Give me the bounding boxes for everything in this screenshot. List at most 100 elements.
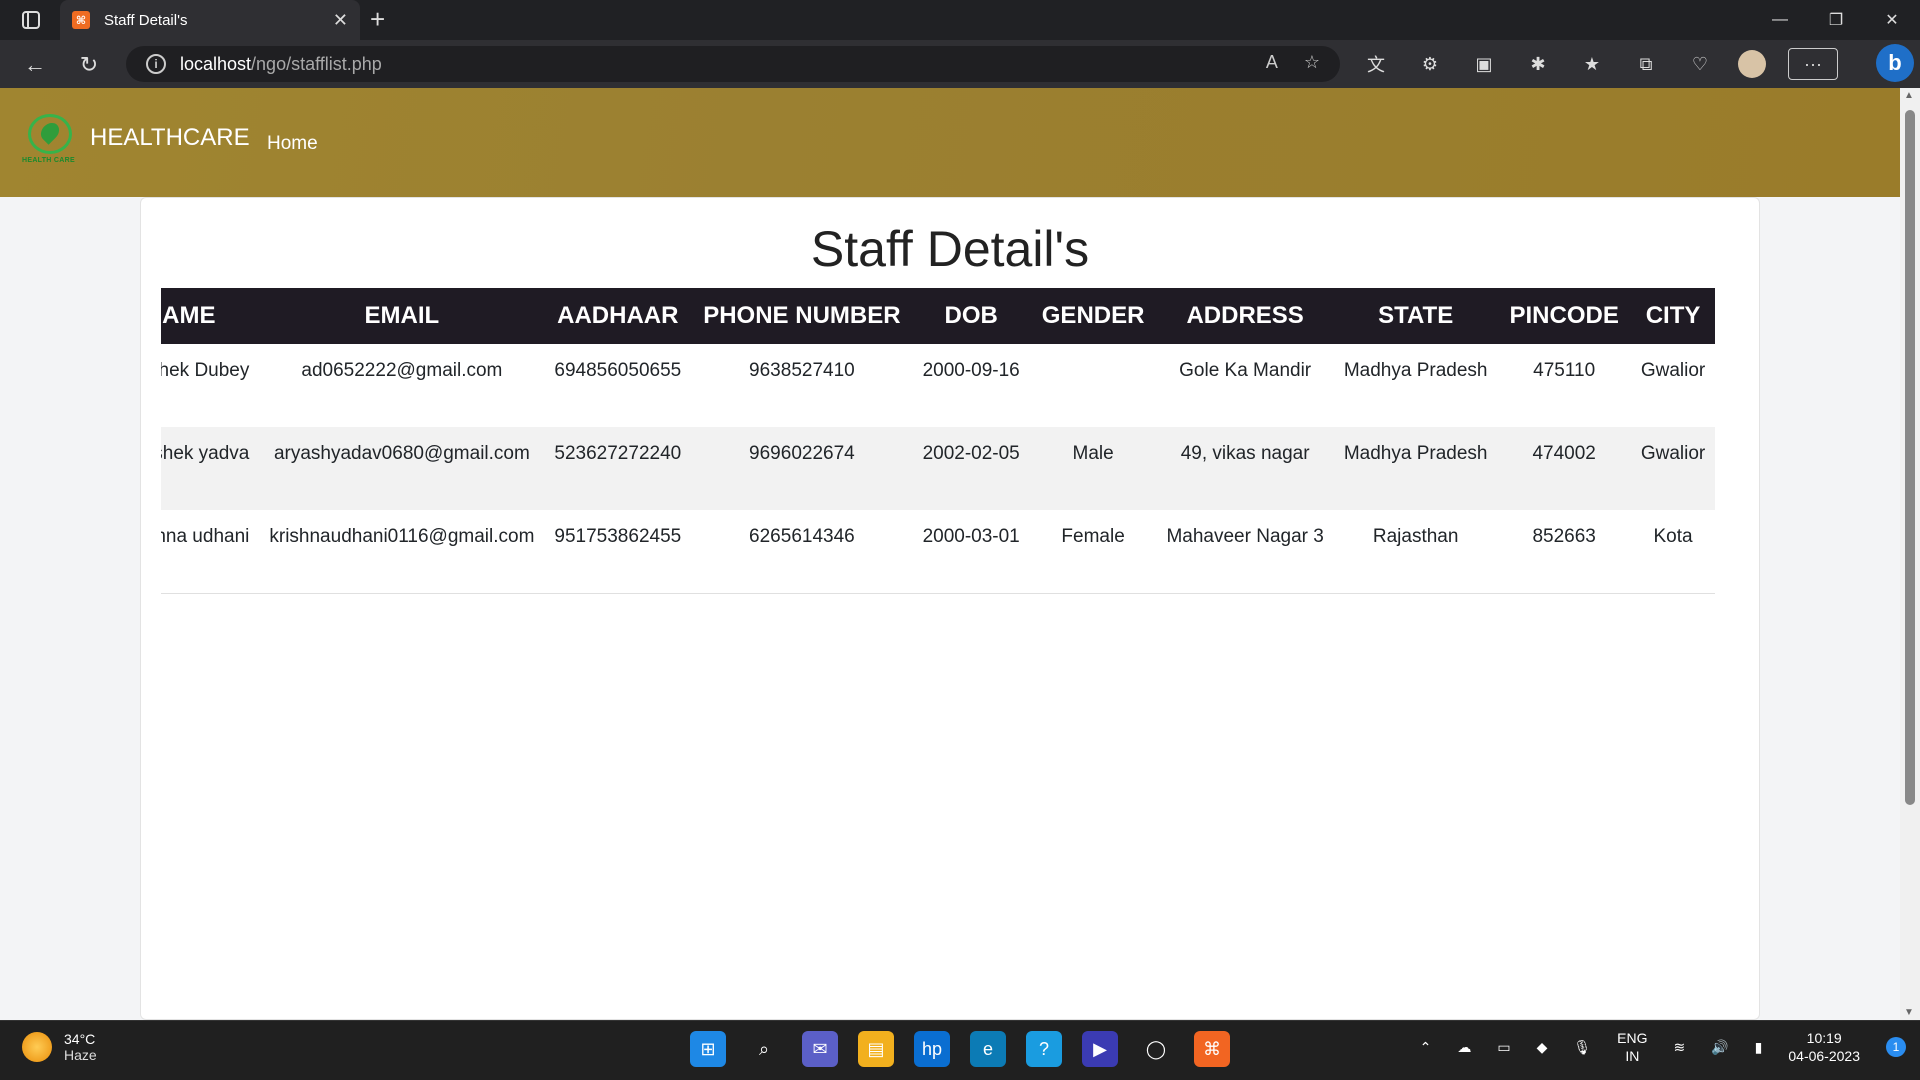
cell-address: 49, vikas nagar bbox=[1156, 427, 1334, 510]
url-path: /ngo/stafflist.php bbox=[251, 53, 382, 74]
back-icon[interactable]: ← bbox=[20, 50, 50, 80]
cell-dob: 2000-09-16 bbox=[922, 360, 1020, 381]
cell-phone: 9696022674 bbox=[691, 427, 913, 510]
header-address: ADDRESS bbox=[1156, 288, 1334, 344]
header-state: STATE bbox=[1333, 288, 1498, 344]
weather-haze-icon bbox=[22, 1032, 52, 1062]
chevron-up-icon[interactable]: ⌃ bbox=[1420, 1039, 1432, 1056]
browser-tab[interactable]: ⌘ Staff Detail's ✕ bbox=[60, 0, 360, 40]
search-icon[interactable]: ⌕ bbox=[746, 1031, 782, 1067]
table-row: Abhishek Dubey ad0652222@gmail.com 69485… bbox=[161, 344, 1715, 427]
staff-table: NAME EMAIL AADHAAR PHONE NUMBER DOB GEND… bbox=[161, 288, 1716, 594]
browser-essentials-icon[interactable]: ♡ bbox=[1684, 48, 1716, 80]
table-row: Krishna udhani krishnaudhani0116@gmail.c… bbox=[161, 510, 1716, 594]
weather-condition: Haze bbox=[64, 1047, 97, 1063]
more-menu-icon[interactable]: ··· bbox=[1788, 48, 1838, 80]
tab-title: Staff Detail's bbox=[104, 11, 188, 29]
extensions-icon[interactable]: ✱ bbox=[1522, 48, 1554, 80]
minimize-icon[interactable]: — bbox=[1752, 0, 1808, 40]
translate-icon[interactable]: 文 bbox=[1360, 48, 1392, 80]
clock-date: 04-06-2023 bbox=[1788, 1048, 1860, 1064]
new-tab-icon[interactable]: + bbox=[370, 6, 385, 32]
battery-icon[interactable]: ▮ bbox=[1755, 1039, 1763, 1056]
staff-table-wrapper[interactable]: NAME EMAIL AADHAAR PHONE NUMBER DOB GEND… bbox=[161, 288, 1740, 594]
weather-widget[interactable]: 34°C Haze bbox=[22, 1031, 97, 1063]
cell-aadhaar: 523627272240 bbox=[544, 427, 692, 510]
cell-pincode: 474002 bbox=[1497, 427, 1631, 510]
onedrive-icon[interactable]: ☁ bbox=[1457, 1039, 1471, 1056]
cell-aadhaar: 694856050655 bbox=[554, 360, 682, 381]
cell-address: Gole Ka Mandir bbox=[1179, 360, 1312, 381]
healthcare-logo: HEALTH CARE bbox=[22, 112, 78, 164]
volume-icon[interactable]: 🔊 bbox=[1711, 1039, 1728, 1056]
clock[interactable]: 10:19 04-06-2023 bbox=[1788, 1029, 1860, 1065]
scroll-up-icon[interactable]: ▲ bbox=[1904, 90, 1914, 101]
cell-gender: Female bbox=[1029, 510, 1157, 594]
brand-name: HEALTHCARE bbox=[90, 124, 250, 151]
media-player-icon[interactable]: ▶ bbox=[1082, 1031, 1118, 1067]
profile-avatar[interactable] bbox=[1738, 50, 1766, 78]
cell-name: Krishna udhani bbox=[161, 510, 260, 594]
notification-badge[interactable]: 1 bbox=[1886, 1037, 1906, 1057]
header-name: NAME bbox=[161, 288, 260, 344]
header-phone: PHONE NUMBER bbox=[691, 288, 913, 344]
favorites-icon[interactable]: ★ bbox=[1576, 48, 1608, 80]
edge-icon[interactable]: e bbox=[970, 1031, 1006, 1067]
brand[interactable]: HEALTH CARE HEALTHCARE bbox=[22, 112, 250, 164]
cell-email: krishnaudhani0116@gmail.com bbox=[259, 510, 545, 594]
browser-tab-strip: ⌘ Staff Detail's ✕ + — ❐ ✕ bbox=[0, 0, 1920, 40]
refresh-icon[interactable]: ↻ bbox=[74, 50, 104, 80]
address-bar[interactable]: i localhost/ngo/stafflist.php A ☆ bbox=[126, 46, 1340, 82]
system-tray: ⌃ ☁ ▭ ◆ 🎙 ENG IN ≋ 🔊 ▮ 10:19 04-06-2023 … bbox=[1420, 1029, 1906, 1065]
cell-address: Mahaveer Nagar 3 bbox=[1156, 510, 1334, 594]
cell-pincode: 852663 bbox=[1497, 510, 1631, 594]
scroll-down-icon[interactable]: ▼ bbox=[1904, 1007, 1914, 1018]
alexa-icon[interactable]: ◯ bbox=[1138, 1031, 1174, 1067]
cell-state: Madhya Pradesh bbox=[1343, 360, 1488, 381]
language-indicator[interactable]: ENG IN bbox=[1617, 1029, 1647, 1065]
cell-pincode: 475110 bbox=[1533, 360, 1596, 381]
cell-gender: Male bbox=[1029, 427, 1157, 510]
temperature: 34°C bbox=[64, 1031, 96, 1047]
header-email: EMAIL bbox=[259, 288, 545, 344]
display-icon[interactable]: ▭ bbox=[1497, 1039, 1510, 1056]
bing-icon[interactable]: b bbox=[1876, 44, 1914, 82]
extension-icon[interactable]: ⚙ bbox=[1414, 48, 1446, 80]
dropbox-icon[interactable]: ◆ bbox=[1537, 1039, 1548, 1056]
screenshot-icon[interactable]: ▣ bbox=[1468, 48, 1500, 80]
browser-toolbar: ← ↻ i localhost/ngo/stafflist.php A ☆ 文 … bbox=[0, 40, 1920, 88]
cell-email: ad0652222@gmail.com bbox=[301, 360, 503, 381]
site-info-icon[interactable]: i bbox=[146, 54, 166, 74]
myhp-icon[interactable]: hp bbox=[914, 1031, 950, 1067]
cell-aadhaar: 951753862455 bbox=[544, 510, 692, 594]
close-tab-icon[interactable]: ✕ bbox=[333, 10, 348, 31]
cell-city: Gwalior bbox=[1630, 427, 1716, 510]
cell-state: Madhya Pradesh bbox=[1333, 427, 1498, 510]
xampp-taskbar-icon[interactable]: ⌘ bbox=[1194, 1031, 1230, 1067]
cell-name: Abhishek yadva bbox=[161, 427, 260, 510]
teams-chat-icon[interactable]: ✉ bbox=[802, 1031, 838, 1067]
file-explorer-icon[interactable]: ▤ bbox=[858, 1031, 894, 1067]
window-controls: — ❐ ✕ bbox=[1752, 0, 1920, 40]
cell-city: Kota bbox=[1630, 510, 1716, 594]
restore-icon[interactable]: ❐ bbox=[1808, 0, 1864, 40]
clock-time: 10:19 bbox=[1806, 1030, 1842, 1046]
nav-home-link[interactable]: Home bbox=[267, 133, 318, 155]
header-gender: GENDER bbox=[1029, 288, 1157, 344]
page-scrollbar[interactable]: ▲ ▼ bbox=[1900, 88, 1920, 1020]
collections-icon[interactable]: ⧉ bbox=[1630, 48, 1662, 80]
microphone-icon[interactable]: 🎙 bbox=[1573, 1039, 1591, 1056]
windows-start-icon[interactable]: ⊞ bbox=[690, 1031, 726, 1067]
page-title: Staff Detail's bbox=[810, 221, 1090, 277]
read-aloud-icon[interactable]: A bbox=[1266, 52, 1278, 73]
header-pincode: PINCODE bbox=[1497, 288, 1631, 344]
add-favorite-icon[interactable]: ☆ bbox=[1304, 52, 1320, 73]
xampp-icon: ⌘ bbox=[72, 11, 90, 29]
header-aadhaar: AADHAAR bbox=[544, 288, 692, 344]
help-icon[interactable]: ? bbox=[1026, 1031, 1062, 1067]
tab-actions-icon[interactable] bbox=[14, 8, 48, 32]
wifi-icon[interactable]: ≋ bbox=[1673, 1039, 1685, 1056]
table-row: Abhishek yadva aryashyadav0680@gmail.com… bbox=[161, 427, 1716, 510]
close-window-icon[interactable]: ✕ bbox=[1864, 0, 1920, 40]
scrollbar-thumb[interactable] bbox=[1905, 110, 1915, 805]
